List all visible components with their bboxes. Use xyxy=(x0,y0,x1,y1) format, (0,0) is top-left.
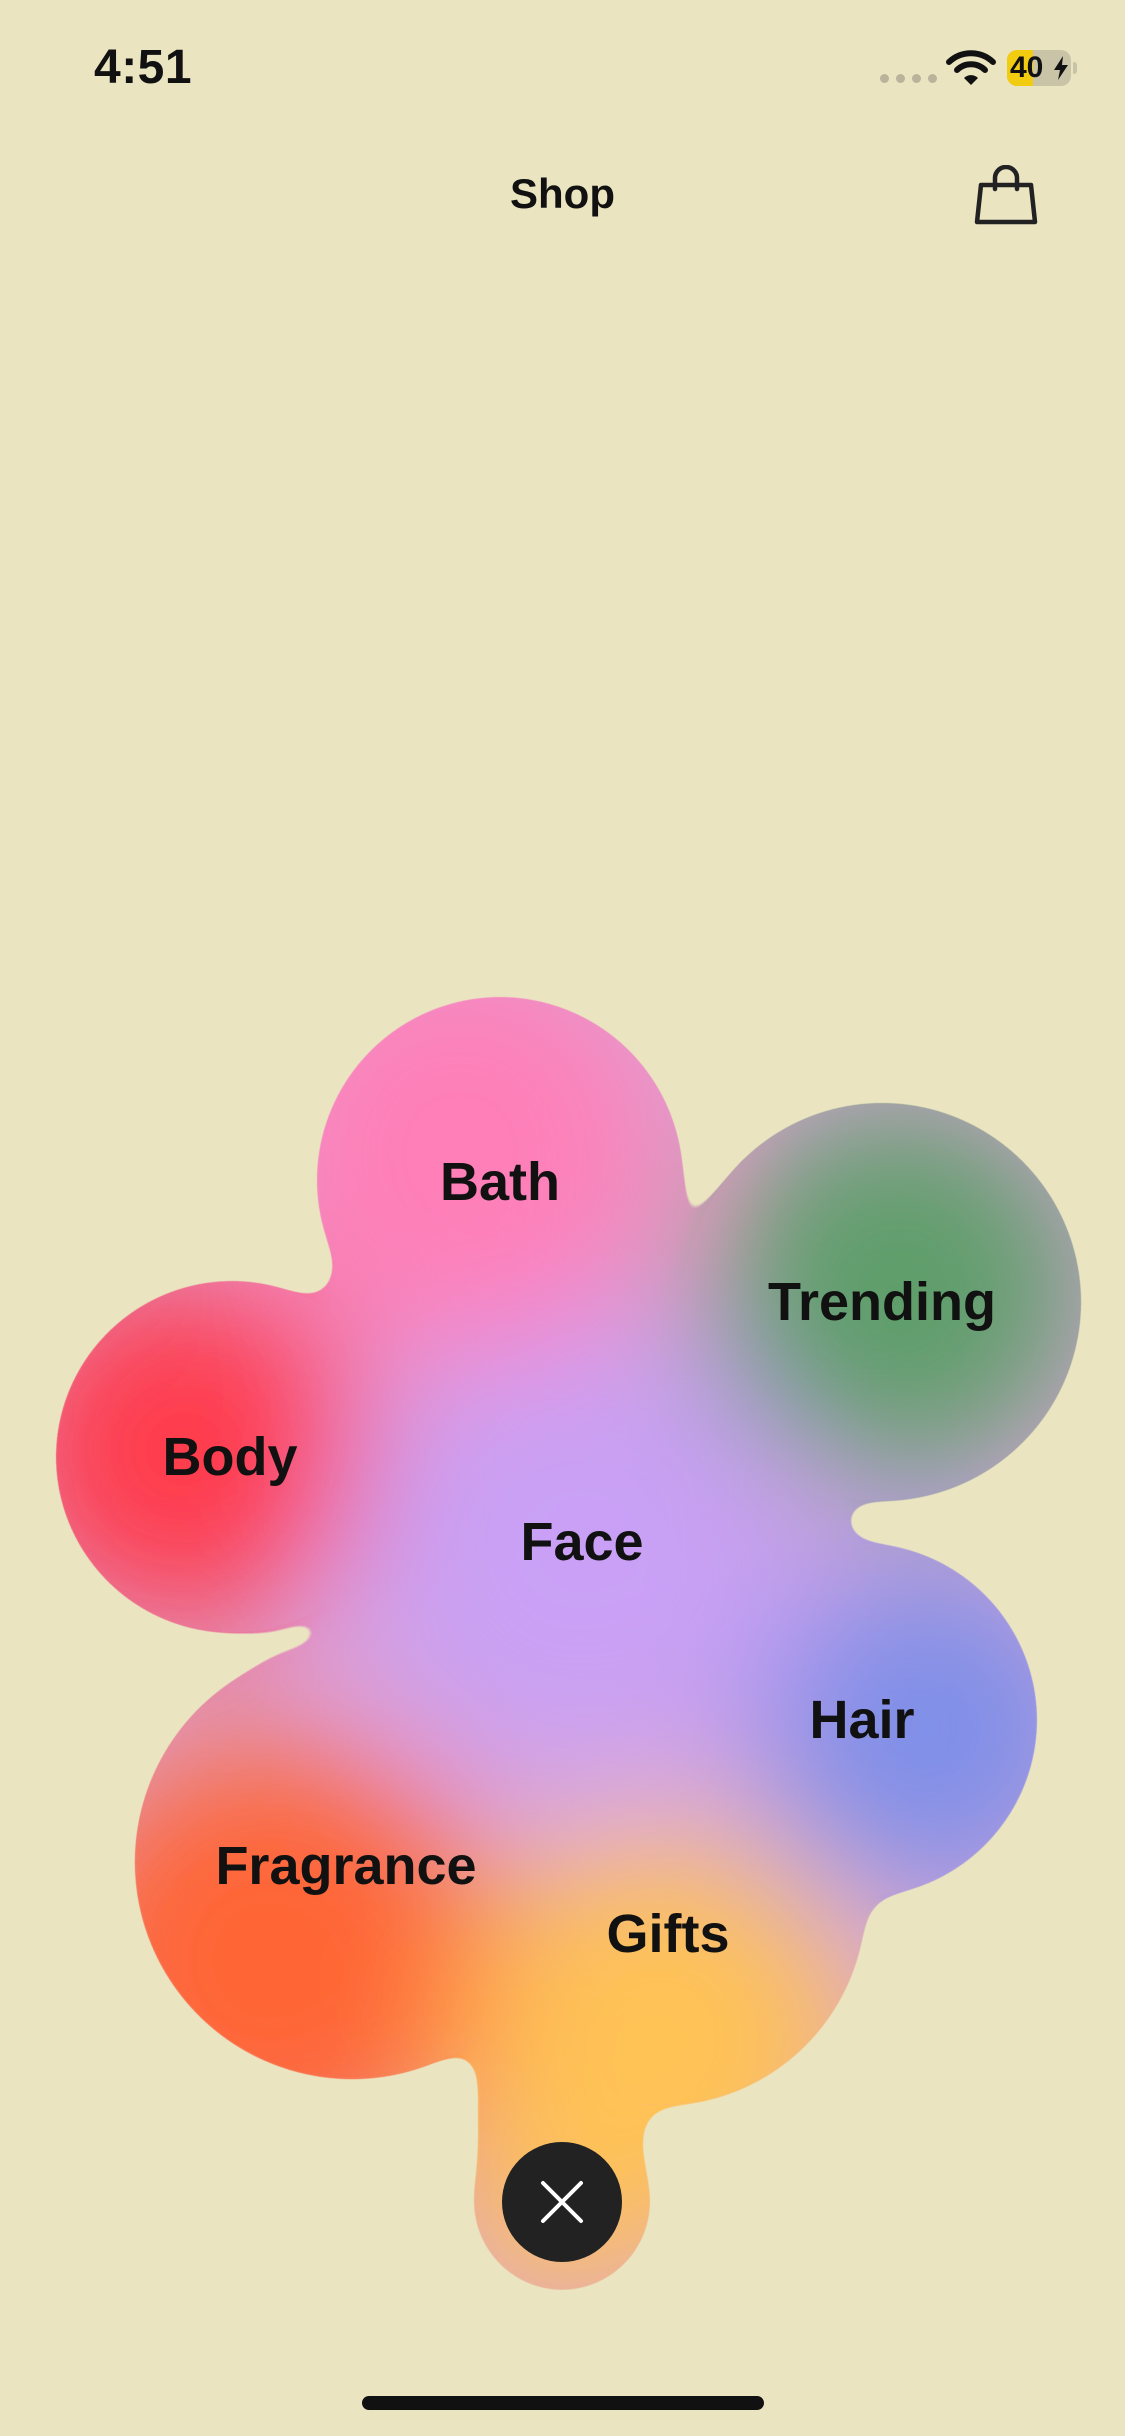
category-body[interactable]: Body xyxy=(153,1420,308,1494)
category-flower-menu: Bath Trending Body Face Hair Fragrance G… xyxy=(0,0,1125,2436)
category-fragrance[interactable]: Fragrance xyxy=(205,1829,486,1903)
close-icon xyxy=(541,2181,583,2223)
category-face[interactable]: Face xyxy=(510,1505,653,1579)
category-hair[interactable]: Hair xyxy=(799,1683,924,1757)
category-bath[interactable]: Bath xyxy=(430,1145,570,1219)
category-trending[interactable]: Trending xyxy=(758,1265,1006,1339)
home-indicator[interactable] xyxy=(362,2396,764,2410)
category-gifts[interactable]: Gifts xyxy=(596,1897,739,1971)
close-menu-button[interactable] xyxy=(502,2142,622,2262)
